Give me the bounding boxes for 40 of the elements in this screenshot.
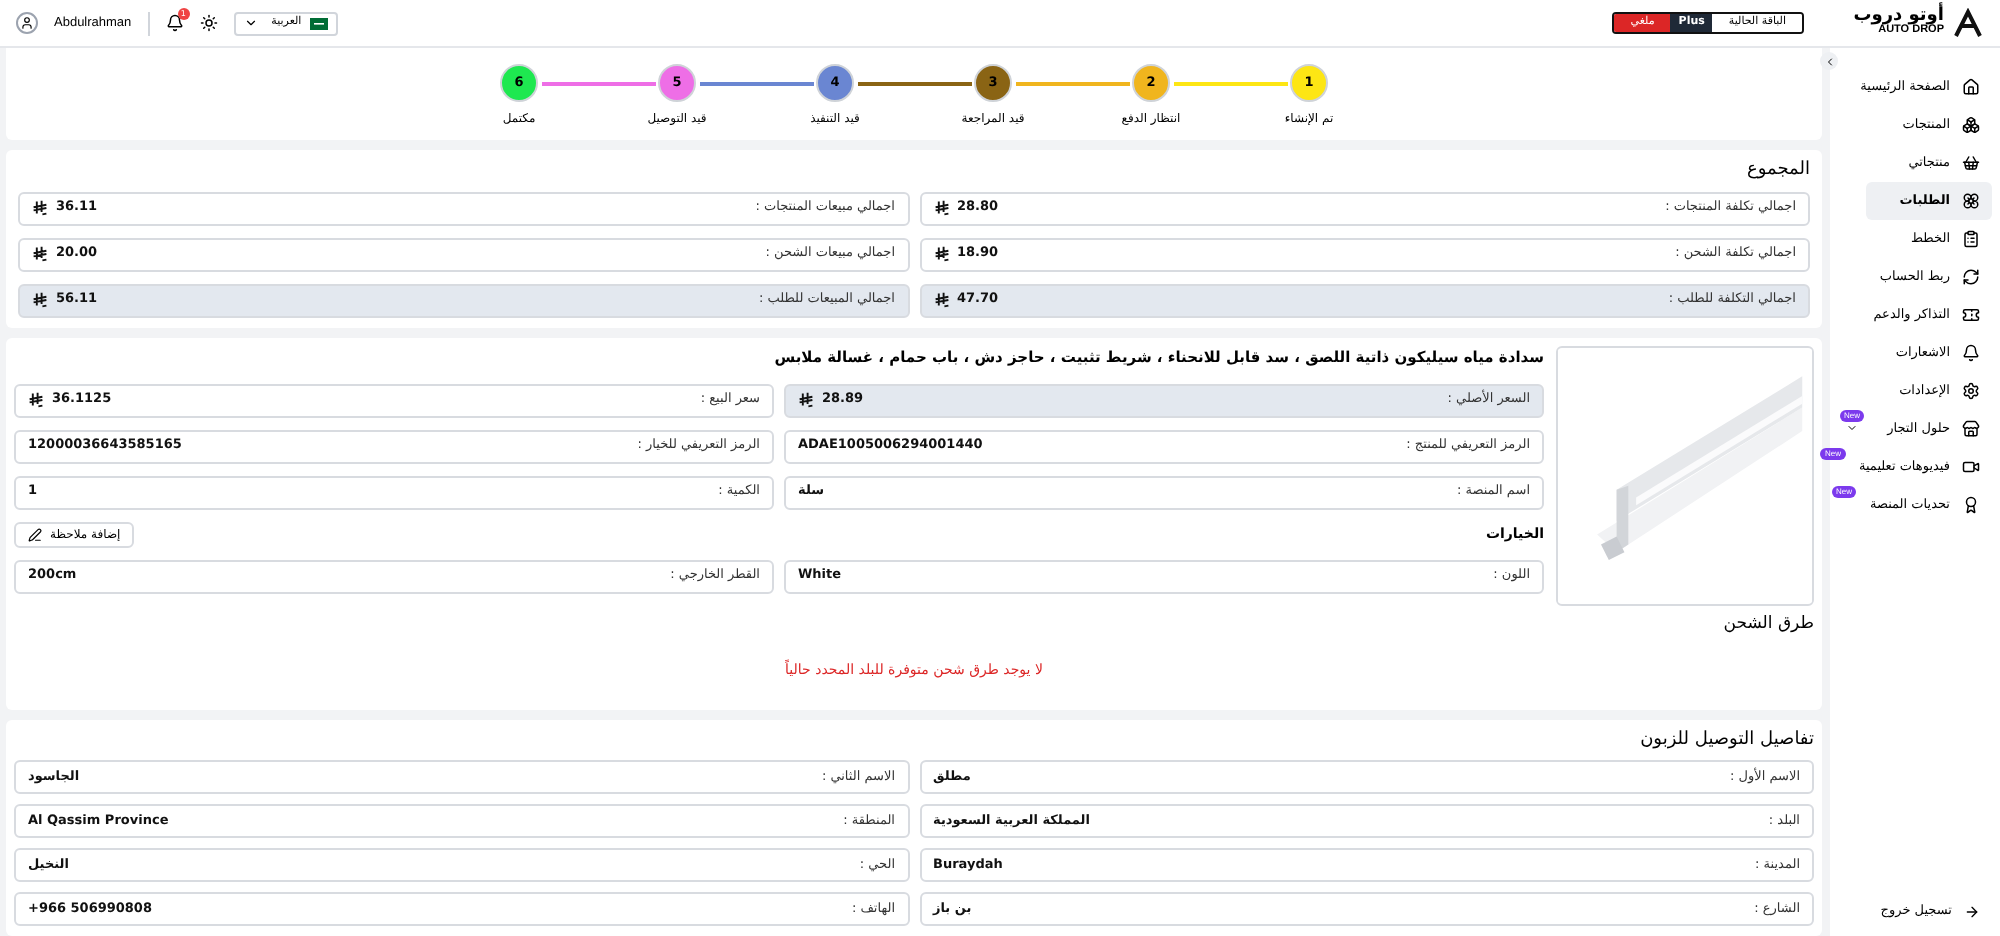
currency-icon (32, 292, 48, 308)
bell-icon (165, 14, 184, 32)
logo-icon (1952, 7, 1984, 39)
currency-icon (798, 392, 814, 409)
currency-icon (32, 200, 48, 216)
avatar[interactable] (16, 12, 38, 34)
step-connector (1015, 82, 1129, 86)
currency-icon (933, 200, 949, 216)
flag-icon (309, 17, 328, 29)
boxes-icon (1962, 116, 1980, 134)
currency-icon (933, 246, 949, 262)
video-icon (1962, 458, 1980, 476)
step-connector (857, 82, 971, 86)
section-title: تفاصيل التوصيل للزبون (1638, 727, 1814, 754)
bell-icon (1962, 344, 1980, 362)
award-icon (1962, 496, 1980, 514)
section-title: طرق الشحن (1721, 611, 1814, 637)
ticket-icon (1962, 306, 1980, 324)
home-icon (1962, 78, 1980, 96)
section-title: المجموع (1745, 158, 1810, 184)
flower-icon (1962, 192, 1980, 210)
basket-icon (1962, 154, 1980, 172)
theme-icon[interactable] (199, 14, 218, 32)
chevron-down-icon[interactable] (1846, 422, 1858, 434)
refresh-icon (1962, 268, 1980, 286)
settings-icon (1962, 382, 1980, 400)
store-icon (1962, 420, 1980, 438)
currency-icon (28, 392, 44, 409)
step-connector (541, 82, 655, 86)
chevron-down-icon (243, 16, 258, 30)
user-icon (20, 16, 34, 30)
pen-icon (28, 527, 42, 542)
chevron-left-icon (1823, 55, 1835, 67)
step-connector (1173, 82, 1287, 86)
step-connector (699, 82, 813, 86)
clipboard-icon (1962, 230, 1980, 248)
collapse-button[interactable] (1820, 52, 1838, 70)
currency-icon (933, 292, 949, 308)
logout-icon (1964, 904, 1980, 920)
currency-icon (32, 246, 48, 262)
